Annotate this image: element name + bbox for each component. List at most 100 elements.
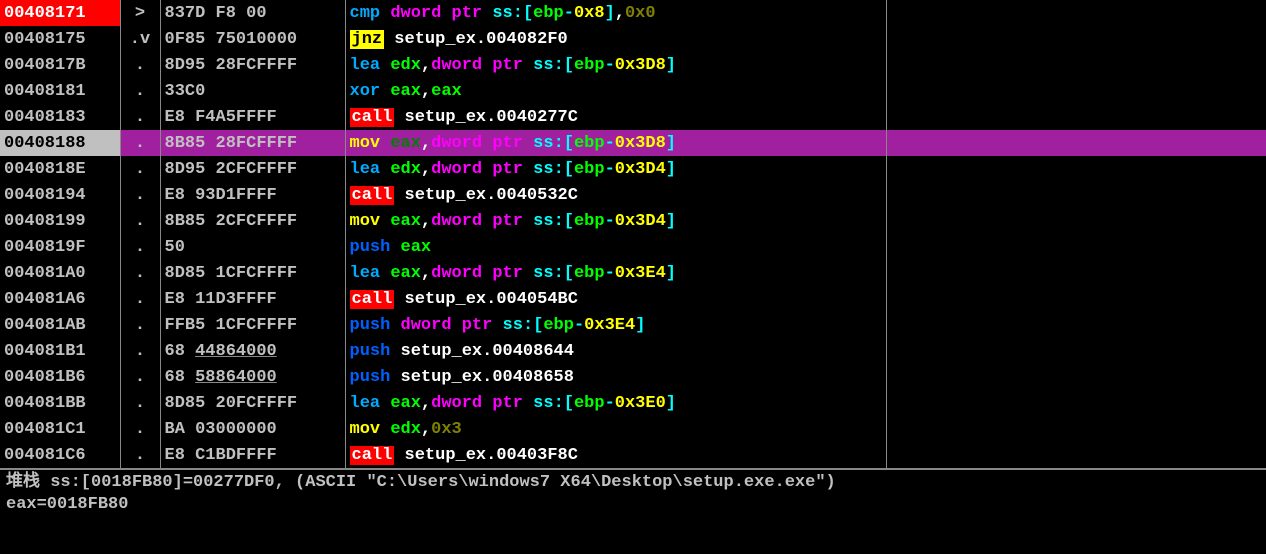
- address-cell[interactable]: 004081AB: [0, 312, 120, 338]
- disasm-row[interactable]: 004081A6.E8 11D3FFFFcall setup_ex.004054…: [0, 286, 1266, 312]
- comment-cell: [886, 208, 1266, 234]
- bytes-cell: 68 44864000: [160, 338, 345, 364]
- comment-cell: [886, 78, 1266, 104]
- bytes-cell: BA 03000000: [160, 416, 345, 442]
- bytes-cell: E8 93D1FFFF: [160, 182, 345, 208]
- bytes-cell: 8D95 2CFCFFFF: [160, 156, 345, 182]
- address-cell[interactable]: 004081A0: [0, 260, 120, 286]
- disasm-row[interactable]: 00408175.v0F85 75010000jnz setup_ex.0040…: [0, 26, 1266, 52]
- comment-cell: [886, 364, 1266, 390]
- comment-cell: [886, 156, 1266, 182]
- comment-cell: [886, 182, 1266, 208]
- disasm-row[interactable]: 004081AB.FFB5 1CFCFFFFpush dword ptr ss:…: [0, 312, 1266, 338]
- register-info-line: eax=0018FB80: [6, 494, 1260, 516]
- disasm-row[interactable]: 004081C6.E8 C1BDFFFFcall setup_ex.00403F…: [0, 442, 1266, 468]
- disasm-row[interactable]: 00408183.E8 F4A5FFFFcall setup_ex.004027…: [0, 104, 1266, 130]
- bytes-cell: 8D95 28FCFFFF: [160, 52, 345, 78]
- comment-cell: [886, 286, 1266, 312]
- instruction-cell: lea edx,dword ptr ss:[ebp-0x3D8]: [345, 52, 886, 78]
- marker-cell: .: [120, 390, 160, 416]
- bytes-cell: 33C0: [160, 78, 345, 104]
- address-cell[interactable]: 00408175: [0, 26, 120, 52]
- address-cell[interactable]: 00408181: [0, 78, 120, 104]
- instruction-cell: push eax: [345, 234, 886, 260]
- comment-cell: [886, 0, 1266, 26]
- comment-cell: [886, 312, 1266, 338]
- instruction-cell: lea eax,dword ptr ss:[ebp-0x3E0]: [345, 390, 886, 416]
- marker-cell: .: [120, 104, 160, 130]
- disasm-row[interactable]: 004081C1.BA 03000000mov edx,0x3: [0, 416, 1266, 442]
- disasm-row[interactable]: 00408188.8B85 28FCFFFFmov eax,dword ptr …: [0, 130, 1266, 156]
- disasm-row[interactable]: 0040819F.50push eax: [0, 234, 1266, 260]
- address-cell[interactable]: 004081B1: [0, 338, 120, 364]
- comment-cell: [886, 26, 1266, 52]
- marker-cell: .: [120, 286, 160, 312]
- comment-cell: [886, 130, 1266, 156]
- instruction-cell: push dword ptr ss:[ebp-0x3E4]: [345, 312, 886, 338]
- bytes-cell: 68 58864000: [160, 364, 345, 390]
- disasm-row[interactable]: 00408181.33C0xor eax,eax: [0, 78, 1266, 104]
- disassembly-table[interactable]: 00408171>837D F8 00cmp dword ptr ss:[ebp…: [0, 0, 1266, 468]
- disasm-row[interactable]: 004081B1.68 44864000push setup_ex.004086…: [0, 338, 1266, 364]
- address-cell[interactable]: 004081B6: [0, 364, 120, 390]
- comment-cell: [886, 338, 1266, 364]
- marker-cell: .: [120, 442, 160, 468]
- instruction-cell: cmp dword ptr ss:[ebp-0x8],0x0: [345, 0, 886, 26]
- instruction-cell: push setup_ex.00408644: [345, 338, 886, 364]
- address-cell[interactable]: 00408199: [0, 208, 120, 234]
- address-cell[interactable]: 00408194: [0, 182, 120, 208]
- disasm-row[interactable]: 004081B6.68 58864000push setup_ex.004086…: [0, 364, 1266, 390]
- address-cell[interactable]: 0040818E: [0, 156, 120, 182]
- marker-cell: .: [120, 156, 160, 182]
- address-cell[interactable]: 004081C1: [0, 416, 120, 442]
- marker-cell: .: [120, 130, 160, 156]
- comment-cell: [886, 390, 1266, 416]
- comment-cell: [886, 234, 1266, 260]
- disasm-row[interactable]: 00408194.E8 93D1FFFFcall setup_ex.004053…: [0, 182, 1266, 208]
- instruction-cell: lea eax,dword ptr ss:[ebp-0x3E4]: [345, 260, 886, 286]
- comment-cell: [886, 52, 1266, 78]
- address-cell[interactable]: 004081C6: [0, 442, 120, 468]
- disasm-row[interactable]: 00408171>837D F8 00cmp dword ptr ss:[ebp…: [0, 0, 1266, 26]
- instruction-cell: jnz setup_ex.004082F0: [345, 26, 886, 52]
- instruction-cell: mov eax,dword ptr ss:[ebp-0x3D8]: [345, 130, 886, 156]
- comment-cell: [886, 260, 1266, 286]
- disasm-row[interactable]: 004081BB.8D85 20FCFFFFlea eax,dword ptr …: [0, 390, 1266, 416]
- bytes-cell: 837D F8 00: [160, 0, 345, 26]
- instruction-cell: mov edx,0x3: [345, 416, 886, 442]
- bytes-cell: E8 11D3FFFF: [160, 286, 345, 312]
- marker-cell: .: [120, 364, 160, 390]
- disasm-row[interactable]: 004081A0.8D85 1CFCFFFFlea eax,dword ptr …: [0, 260, 1266, 286]
- comment-cell: [886, 416, 1266, 442]
- marker-cell: .: [120, 182, 160, 208]
- disasm-row[interactable]: 00408199.8B85 2CFCFFFFmov eax,dword ptr …: [0, 208, 1266, 234]
- marker-cell: .: [120, 338, 160, 364]
- disasm-row[interactable]: 0040818E.8D95 2CFCFFFFlea edx,dword ptr …: [0, 156, 1266, 182]
- address-cell[interactable]: 0040817B: [0, 52, 120, 78]
- marker-cell: .: [120, 78, 160, 104]
- address-cell[interactable]: 004081A6: [0, 286, 120, 312]
- bytes-cell: E8 C1BDFFFF: [160, 442, 345, 468]
- disasm-row[interactable]: 0040817B.8D95 28FCFFFFlea edx,dword ptr …: [0, 52, 1266, 78]
- address-cell[interactable]: 004081BB: [0, 390, 120, 416]
- instruction-cell: push setup_ex.00408658: [345, 364, 886, 390]
- marker-cell: >: [120, 0, 160, 26]
- bytes-cell: 50: [160, 234, 345, 260]
- bytes-cell: 8D85 1CFCFFFF: [160, 260, 345, 286]
- instruction-cell: xor eax,eax: [345, 78, 886, 104]
- marker-cell: .: [120, 234, 160, 260]
- bytes-cell: 8B85 28FCFFFF: [160, 130, 345, 156]
- marker-cell: .: [120, 312, 160, 338]
- instruction-cell: call setup_ex.004054BC: [345, 286, 886, 312]
- marker-cell: .: [120, 260, 160, 286]
- address-cell[interactable]: 0040819F: [0, 234, 120, 260]
- address-cell[interactable]: 00408188: [0, 130, 120, 156]
- bytes-cell: 8D85 20FCFFFF: [160, 390, 345, 416]
- marker-cell: .: [120, 208, 160, 234]
- info-panel: 堆栈 ss:[0018FB80]=00277DF0, (ASCII "C:\Us…: [0, 468, 1266, 518]
- instruction-cell: lea edx,dword ptr ss:[ebp-0x3D4]: [345, 156, 886, 182]
- address-cell[interactable]: 00408183: [0, 104, 120, 130]
- address-cell[interactable]: 00408171: [0, 0, 120, 26]
- bytes-cell: E8 F4A5FFFF: [160, 104, 345, 130]
- stack-info-line: 堆栈 ss:[0018FB80]=00277DF0, (ASCII "C:\Us…: [6, 472, 1260, 494]
